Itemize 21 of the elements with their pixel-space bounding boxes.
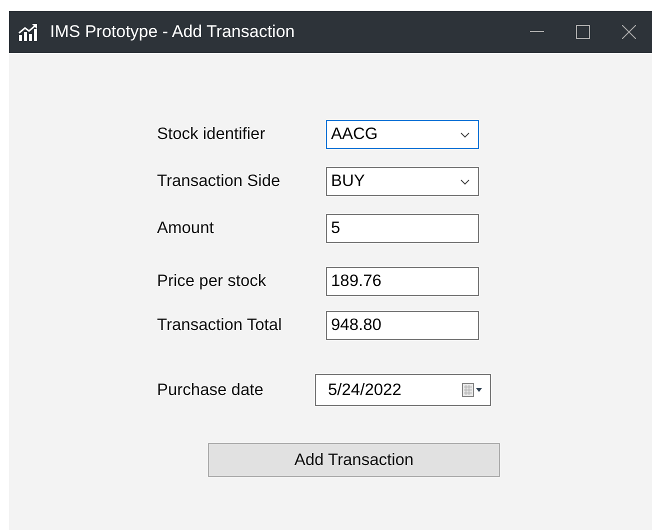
input-field[interactable]: 5 xyxy=(326,214,479,243)
add-transaction-button[interactable]: Add Transaction xyxy=(208,443,500,477)
field-label: Stock identifier xyxy=(157,125,266,144)
dropdown[interactable]: AACG xyxy=(326,120,479,149)
field-label: Transaction Side xyxy=(157,172,282,191)
field-label: Price per stock xyxy=(157,272,268,291)
field-label: Amount xyxy=(157,219,215,238)
input-field[interactable]: 948.80 xyxy=(326,311,479,340)
chevron-down-icon xyxy=(460,178,470,184)
maximize-icon[interactable] xyxy=(576,25,590,39)
window-title: IMS Prototype - Add Transaction xyxy=(50,22,296,42)
calendar-icon xyxy=(462,383,482,397)
date-picker[interactable]: 5/24/2022 xyxy=(315,374,491,406)
dropdown[interactable]: BUY xyxy=(326,167,479,196)
minimize-icon[interactable] xyxy=(530,31,544,33)
field-label: Purchase date xyxy=(157,380,264,400)
field-label: Transaction Total xyxy=(157,316,283,335)
input-field[interactable]: 189.76 xyxy=(326,267,479,296)
chevron-down-icon xyxy=(460,132,470,138)
close-icon[interactable] xyxy=(622,25,636,39)
chart-icon xyxy=(18,23,38,41)
